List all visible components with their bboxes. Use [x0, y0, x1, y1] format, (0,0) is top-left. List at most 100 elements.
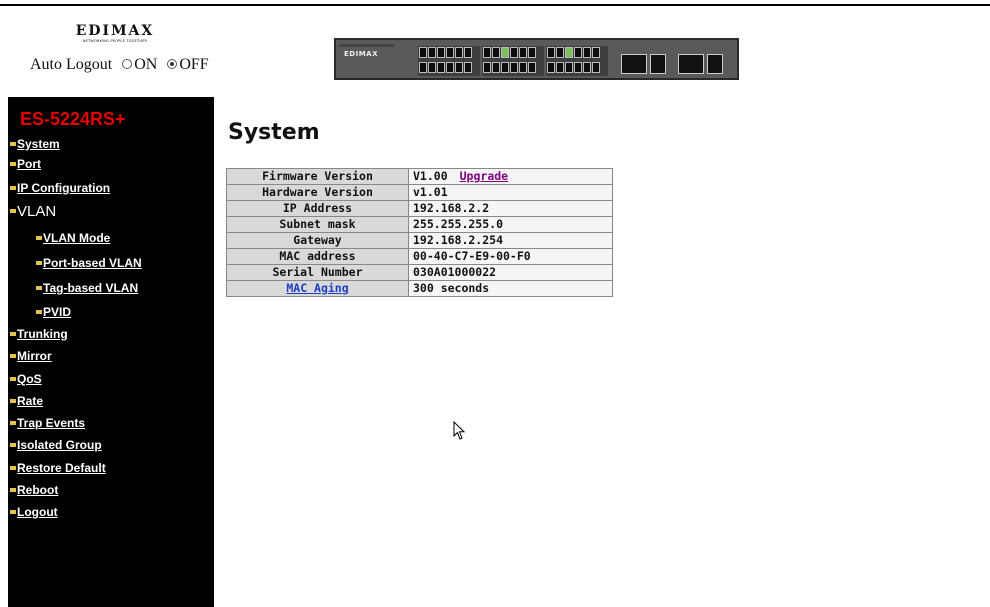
sidebar: ES-5224RS+ System Port IP Configuration … — [8, 97, 214, 607]
folder-icon — [10, 465, 16, 470]
mac-aging-link[interactable]: MAC Aging — [286, 281, 348, 295]
nav-label: QoS — [17, 372, 42, 386]
ip-address-label: IP Address — [226, 200, 409, 217]
folder-icon — [36, 285, 42, 290]
folder-icon — [36, 260, 42, 265]
subnet-mask-value: 255.255.255.0 — [408, 216, 613, 233]
port — [464, 47, 472, 58]
nav-tag-based-vlan[interactable]: Tag-based VLAN — [36, 281, 138, 295]
hardware-version-value: v1.01 — [408, 184, 613, 201]
nav-restore-default[interactable]: Restore Default — [10, 461, 106, 475]
nav-pvid[interactable]: PVID — [36, 305, 71, 319]
port — [556, 61, 564, 73]
nav-qos[interactable]: QoS — [10, 372, 42, 386]
nav-label: VLAN Mode — [43, 231, 111, 245]
port — [455, 47, 463, 58]
port — [519, 47, 527, 58]
port — [501, 61, 509, 73]
nav-port-based-vlan[interactable]: Port-based VLAN — [36, 256, 142, 270]
folder-icon — [10, 185, 16, 190]
port — [483, 61, 491, 73]
sfp-port — [621, 54, 647, 74]
nav-vlan-mode[interactable]: VLAN Mode — [36, 231, 110, 245]
nav-mirror[interactable]: Mirror — [10, 349, 52, 363]
nav-label: Logout — [17, 505, 58, 519]
port-group-1 — [418, 46, 480, 76]
nav-trunking[interactable]: Trunking — [10, 327, 68, 341]
nav-label: Port — [17, 157, 41, 171]
gateway-value: 192.168.2.254 — [408, 232, 613, 249]
nav-label: Trunking — [17, 327, 68, 341]
folder-icon — [10, 420, 16, 425]
ip-address-value: 192.168.2.2 — [408, 200, 613, 217]
auto-logout-off-radio[interactable] — [167, 59, 178, 70]
table-row: MAC address 00-40-C7-E9-00-F0 — [226, 248, 613, 265]
auto-logout-control: Auto Logout ON OFF — [30, 56, 209, 74]
port-active — [565, 47, 573, 58]
upgrade-link[interactable]: Upgrade — [460, 169, 508, 183]
port — [556, 47, 564, 58]
port-group-3 — [546, 46, 608, 76]
device-model-title: ES-5224RS+ — [20, 109, 126, 129]
folder-icon — [10, 161, 16, 166]
port — [437, 47, 445, 58]
system-info-table: Firmware Version V1.00 Upgrade Hardware V… — [226, 168, 613, 297]
folder-icon — [10, 509, 16, 514]
table-row: Firmware Version V1.00 Upgrade — [226, 168, 613, 185]
folder-icon — [10, 487, 16, 492]
folder-icon — [10, 209, 16, 214]
nav-trap-events[interactable]: Trap Events — [10, 416, 85, 430]
auto-logout-on-radio[interactable] — [122, 59, 133, 70]
auto-logout-on-label: ON — [134, 56, 158, 73]
port — [419, 61, 427, 73]
port — [574, 47, 582, 58]
folder-icon — [10, 398, 16, 403]
folder-icon — [36, 309, 42, 314]
nav-system[interactable]: System — [10, 137, 60, 151]
port — [528, 47, 536, 58]
folder-icon — [10, 353, 16, 358]
nav-label: Tag-based VLAN — [43, 281, 139, 295]
serial-number-label: Serial Number — [226, 264, 409, 281]
port — [419, 47, 427, 58]
table-row: IP Address 192.168.2.2 — [226, 200, 613, 217]
folder-icon — [10, 376, 16, 381]
mac-address-label: MAC address — [226, 248, 409, 265]
nav-rate[interactable]: Rate — [10, 394, 43, 408]
port — [583, 47, 591, 58]
nav-label: Port-based VLAN — [43, 256, 142, 270]
port-active — [501, 47, 509, 58]
nav-label: VLAN — [17, 203, 57, 220]
port — [547, 61, 555, 73]
nav-label: Restore Default — [17, 461, 106, 475]
port — [446, 47, 454, 58]
port — [547, 47, 555, 58]
mac-address-value: 00-40-C7-E9-00-F0 — [408, 248, 613, 265]
nav-vlan[interactable]: VLAN — [10, 203, 56, 220]
switch-front-panel-image: EDIMAX — [334, 38, 739, 80]
table-row: MAC Aging 300 seconds — [226, 280, 613, 297]
firmware-version-text: V1.00 — [413, 169, 448, 183]
nav-label: Rate — [17, 394, 44, 408]
firmware-version-label: Firmware Version — [226, 168, 409, 185]
hardware-version-label: Hardware Version — [226, 184, 409, 201]
port — [592, 61, 600, 73]
logo-text: EDIMAX — [75, 23, 155, 39]
nav-label: PVID — [43, 305, 72, 319]
mac-aging-label-cell: MAC Aging — [226, 280, 409, 297]
nav-reboot[interactable]: Reboot — [10, 483, 58, 497]
sfp-port — [707, 54, 723, 74]
nav-port[interactable]: Port — [10, 157, 41, 171]
header: EDIMAX NETWORKING PEOPLE TOGETHER Auto L… — [0, 6, 990, 96]
nav-label: Trap Events — [17, 416, 86, 430]
port — [574, 61, 582, 73]
page-title: System — [228, 120, 320, 145]
port — [446, 61, 454, 73]
table-row: Serial Number 030A01000022 — [226, 264, 613, 281]
nav-ip-configuration[interactable]: IP Configuration — [10, 181, 110, 195]
port — [492, 47, 500, 58]
edimax-logo: EDIMAX NETWORKING PEOPLE TOGETHER — [74, 24, 156, 44]
nav-logout[interactable]: Logout — [10, 505, 58, 519]
port — [519, 61, 527, 73]
nav-isolated-group[interactable]: Isolated Group — [10, 438, 102, 452]
